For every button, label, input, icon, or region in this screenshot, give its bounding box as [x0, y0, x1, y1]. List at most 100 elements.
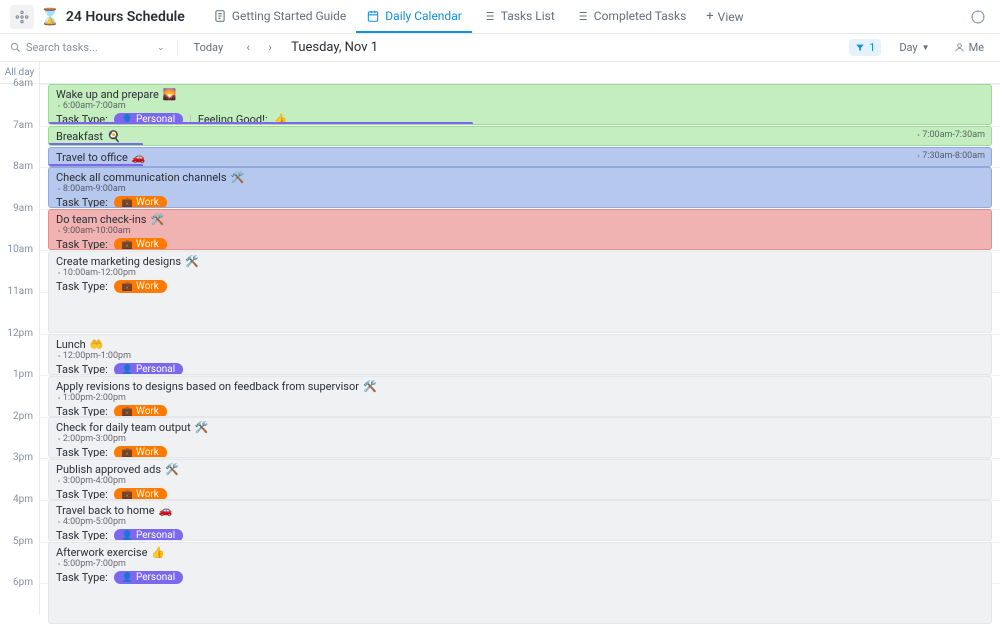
event-time: ◔12:00pm-1:00pm [56, 351, 984, 362]
event-title: Travel to office 🚗 [56, 151, 984, 164]
hour-label: 10am [8, 244, 33, 255]
task-type-label: Task Type: [56, 446, 108, 458]
event-time: ◔6:00am-7:00am [56, 101, 984, 112]
hour-label: 2pm [13, 411, 33, 422]
event-meta: Task Type:💼Work [56, 488, 984, 500]
period-selector[interactable]: Day ▼ [893, 41, 935, 54]
chip-icon: 💼 [122, 198, 133, 208]
add-view-button[interactable]: + View [696, 9, 753, 24]
calendar-event[interactable]: Check all communication channels 🛠️◔8:00… [48, 167, 992, 208]
task-type-chip: 👤Personal [114, 571, 183, 584]
calendar-event[interactable]: Apply revisions to designs based on feed… [48, 376, 992, 417]
task-type-label: Task Type: [56, 196, 108, 208]
workspace-menu-icon[interactable] [10, 5, 34, 29]
event-title: Lunch 🤲 [56, 338, 984, 351]
clock-icon: ◔ [56, 268, 61, 279]
next-day-button[interactable]: › [261, 39, 279, 57]
chevron-down-icon: ▼ [922, 43, 930, 52]
event-meta: Task Type:👤Personal [56, 571, 984, 584]
me-button[interactable]: Me [948, 41, 990, 54]
event-title: Publish approved ads 🛠️ [56, 463, 984, 476]
plus-icon: + [706, 9, 713, 24]
calendar-icon [366, 9, 380, 23]
calendar-event[interactable]: Travel back to home 🚗◔4:00pm-5:00pmTask … [48, 500, 992, 541]
calendar-event[interactable]: Travel to office 🚗◔7:30am-8:00am [48, 147, 992, 167]
event-time: ◔8:00am-9:00am [56, 184, 984, 195]
event-time: ◔3:00pm-4:00pm [56, 476, 984, 487]
hour-label: 4pm [13, 494, 33, 505]
task-type-label: Task Type: [56, 238, 108, 250]
event-emoji-icon: 🤲 [90, 338, 104, 351]
hour-label: 3pm [13, 452, 33, 463]
event-meta: Task Type: 👤Personal [56, 363, 984, 375]
task-type-chip: 👤Personal [114, 363, 183, 375]
calendar-event[interactable]: Publish approved ads 🛠️◔3:00pm-4:00pmTas… [48, 459, 992, 500]
event-time: ◔4:00pm-5:00pm [56, 517, 984, 528]
search-input[interactable]: Search tasks... [10, 41, 145, 54]
chip-icon: 💼 [122, 490, 133, 500]
events-column[interactable]: Wake up and prepare 🌄◔6:00am-7:00amTask … [40, 62, 1000, 615]
tab-label: Tasks List [501, 9, 555, 23]
tab-completed-tasks[interactable]: Completed Tasks [565, 0, 697, 33]
task-type-label: Task Type: [56, 280, 108, 293]
calendar-event[interactable]: Check for daily team output 🛠️◔2:00pm-3:… [48, 417, 992, 458]
task-type-label: Task Type: [56, 363, 108, 375]
chip-icon: 💼 [122, 448, 133, 458]
hour-label: 12pm [7, 328, 33, 339]
tab-daily-calendar[interactable]: Daily Calendar [356, 0, 472, 33]
chip-icon: 👤 [122, 531, 133, 541]
automation-icon[interactable] [966, 5, 990, 29]
calendar-event[interactable]: Do team check-ins 🛠️◔9:00am-10:00amTask … [48, 209, 992, 250]
event-emoji-icon: 👍 [151, 546, 165, 559]
filter-badge[interactable]: 1 [849, 39, 881, 56]
person-icon [954, 42, 965, 53]
event-emoji-icon: 🌄 [163, 88, 177, 101]
clock-icon: ◔ [56, 476, 61, 487]
list-icon [575, 9, 589, 23]
calendar-event[interactable]: Wake up and prepare 🌄◔6:00am-7:00amTask … [48, 84, 992, 125]
list-icon [482, 9, 496, 23]
calendar-event[interactable]: Breakfast 🍳◔7:00am-7:30am [48, 126, 992, 146]
calendar-event[interactable]: Lunch 🤲◔12:00pm-1:00pmTask Type: 👤Persona… [48, 334, 992, 375]
event-time: ◔10:00am-12:00pm [56, 268, 984, 279]
clock-icon: ◔ [915, 152, 920, 161]
calendar-event[interactable]: Create marketing designs 🛠️◔10:00am-12:0… [48, 251, 992, 333]
hour-label: 9am [13, 203, 33, 214]
event-title: Create marketing designs 🛠️ [56, 255, 984, 268]
clock-icon: ◔ [56, 434, 61, 445]
calendar-event[interactable]: Afterwork exercise 👍◔5:00pm-7:00pmTask T… [48, 542, 992, 624]
event-title: Travel back to home 🚗 [56, 504, 984, 517]
allday-lane[interactable] [40, 62, 1000, 84]
today-button[interactable]: Today [190, 41, 228, 54]
chip-icon: 👤 [122, 573, 133, 583]
chevron-down-icon[interactable]: ⌄ [157, 43, 165, 53]
event-meta: Task Type: 💼Work [56, 238, 984, 250]
task-type-chip: 👤Personal [114, 529, 183, 541]
task-type-chip: 💼Work [114, 488, 167, 500]
tab-label: Completed Tasks [594, 9, 687, 23]
event-progress [49, 122, 473, 125]
task-type-chip: 💼Work [114, 446, 167, 458]
tab-label: Getting Started Guide [232, 9, 346, 23]
tabs: Getting Started Guide Daily Calendar Tasks… [203, 0, 696, 33]
task-type-chip: 💼Work [114, 238, 167, 250]
hour-label: 6pm [13, 577, 33, 588]
event-meta: Task Type:💼Work [56, 196, 984, 208]
tab-tasks-list[interactable]: Tasks List [472, 0, 565, 33]
event-title: Check for daily team output 🛠️ [56, 421, 984, 434]
hour-label: 11am [8, 286, 33, 297]
date-label: Tuesday, Nov 1 [291, 40, 378, 55]
event-emoji-icon: 🛠️ [165, 463, 179, 476]
hour-label: 6am [13, 78, 33, 89]
clock-icon: ◔ [56, 517, 61, 528]
event-emoji-icon: 🚗 [132, 151, 146, 164]
event-emoji-icon: 🍳 [107, 130, 121, 143]
event-meta: Task Type:💼Work [56, 405, 984, 417]
chip-icon: 💼 [122, 240, 133, 250]
header: ⌛ 24 Hours Schedule Getting Started Guid… [0, 0, 1000, 34]
prev-day-button[interactable]: ‹ [239, 39, 257, 57]
clock-icon: ◔ [56, 559, 61, 570]
tab-getting-started-guide[interactable]: Getting Started Guide [203, 0, 356, 33]
clock-icon: ◔ [56, 184, 61, 195]
clock-icon: ◔ [915, 131, 920, 140]
